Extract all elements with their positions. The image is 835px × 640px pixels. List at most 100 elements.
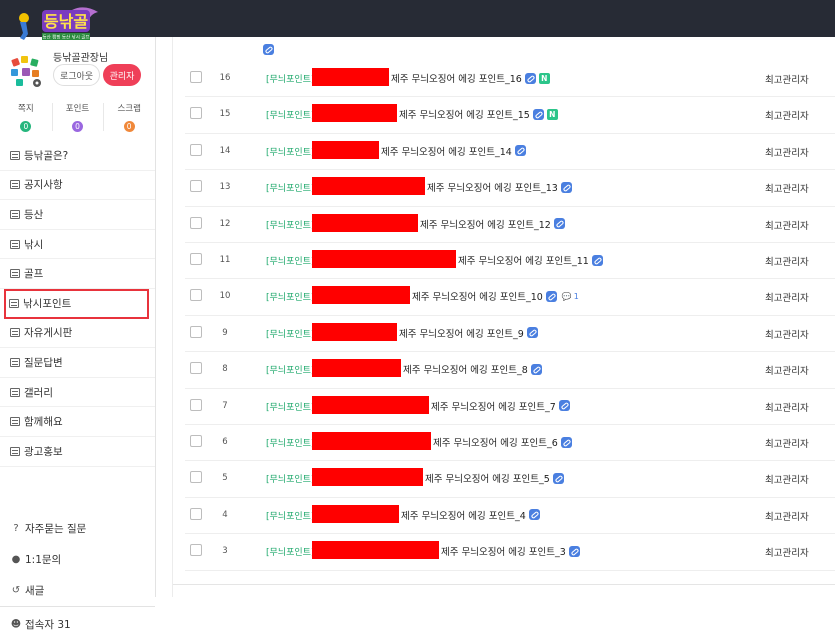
post-category[interactable]: [무늬포인트] [266, 218, 314, 231]
post-author[interactable]: 최고관리자 [765, 290, 809, 304]
post-title-text[interactable]: 제주 무늬오징어 에깅 포인트_7 [431, 399, 556, 413]
post-title[interactable]: 제주 무늬오징어 에깅 포인트_3 [441, 544, 580, 558]
row-checkbox[interactable] [190, 471, 202, 484]
table-row[interactable]: 11 [무늬포인트] 제주 무늬오징어 에깅 포인트_11 최고관리자 [185, 243, 835, 280]
post-title-text[interactable]: 제주 무늬오징어 에깅 포인트_9 [399, 326, 524, 340]
post-author[interactable]: 최고관리자 [765, 472, 809, 486]
post-title-text[interactable]: 제주 무늬오징어 에깅 포인트_12 [420, 217, 551, 231]
site-logo[interactable]: 등낚골 등산 캠핑 등산 낚시 골프 [12, 4, 108, 44]
row-checkbox[interactable] [190, 289, 202, 302]
post-title-text[interactable]: 제주 무늬오징어 에깅 포인트_15 [399, 107, 530, 121]
post-title-text[interactable]: 제주 무늬오징어 에깅 포인트_11 [458, 253, 589, 267]
logout-button[interactable]: 로그아웃 [53, 64, 100, 86]
post-title[interactable]: 제주 무늬오징어 에깅 포인트_6 [433, 435, 572, 449]
new-posts-link[interactable]: ↺ 새글 [0, 575, 155, 606]
inquiry-link[interactable]: ● 1:1문의 [0, 544, 155, 575]
post-author[interactable]: 최고관리자 [765, 363, 809, 377]
row-checkbox[interactable] [190, 435, 202, 447]
row-checkbox[interactable] [190, 107, 202, 120]
table-row[interactable]: 16 [무늬포인트] 제주 무늬오징어 에깅 포인트_16 N 최고관리자 [185, 61, 835, 98]
post-category[interactable]: [무늬포인트] [266, 363, 314, 376]
row-checkbox[interactable] [190, 180, 202, 193]
post-title-text[interactable]: 제주 무늬오징어 에깅 포인트_8 [403, 362, 528, 376]
post-title[interactable]: 제주 무늬오징어 에깅 포인트_9 [399, 326, 538, 340]
menu-item-fishing-point[interactable]: 낚시포인트 [4, 288, 149, 319]
stat-point[interactable]: 포인트 0 [51, 99, 104, 133]
menu-item-free-board[interactable]: 자유게시판 [0, 319, 155, 349]
table-row[interactable]: 15 [무늬포인트] 제주 무늬오징어 에깅 포인트_15 N 최고관리자 [185, 97, 835, 134]
row-checkbox[interactable] [190, 398, 202, 411]
table-row[interactable]: 8 [무늬포인트] 제주 무늬오징어 에깅 포인트_8 최고관리자 [185, 352, 835, 389]
menu-item-together[interactable]: 함께해요 [0, 407, 155, 437]
post-category[interactable]: [무늬포인트] [266, 327, 314, 340]
row-checkbox[interactable] [190, 143, 202, 156]
menu-item-hiking[interactable]: 등산 [0, 200, 155, 230]
row-checkbox[interactable] [190, 253, 202, 265]
table-row[interactable]: 5 [무늬포인트] 제주 무늬오징어 에깅 포인트_5 최고관리자 [185, 461, 835, 498]
post-title[interactable]: 제주 무늬오징어 에깅 포인트_4 [401, 508, 540, 522]
post-author[interactable]: 최고관리자 [765, 400, 809, 414]
post-author[interactable]: 최고관리자 [765, 108, 809, 122]
menu-item-ads[interactable]: 광고홍보 [0, 437, 155, 467]
row-checkbox[interactable] [190, 362, 202, 375]
post-title[interactable]: 제주 무늬오징어 에깅 포인트_12 [420, 217, 565, 231]
menu-item-notice[interactable]: 공지사항 [0, 171, 155, 201]
post-category[interactable]: [무늬포인트] [266, 72, 314, 85]
post-title-text[interactable]: 제주 무늬오징어 에깅 포인트_4 [401, 508, 526, 522]
post-author[interactable]: 최고관리자 [765, 545, 809, 559]
table-row[interactable]: 4 [무늬포인트] 제주 무늬오징어 에깅 포인트_4 최고관리자 [185, 498, 835, 535]
row-checkbox[interactable] [190, 507, 202, 520]
post-title[interactable]: 제주 무늬오징어 에깅 포인트_13 [427, 180, 572, 194]
table-row[interactable]: 6 [무늬포인트] 제주 무늬오징어 에깅 포인트_6 최고관리자 [185, 425, 835, 462]
post-title-text[interactable]: 제주 무늬오징어 에깅 포인트_6 [433, 435, 558, 449]
row-checkbox[interactable] [190, 216, 202, 229]
post-title[interactable]: 제주 무늬오징어 에깅 포인트_7 [431, 399, 570, 413]
post-category[interactable]: [무늬포인트] [266, 545, 314, 558]
link-icon[interactable] [263, 44, 274, 55]
table-row[interactable]: 9 [무늬포인트] 제주 무늬오징어 에깅 포인트_9 최고관리자 [185, 316, 835, 353]
post-author[interactable]: 최고관리자 [765, 436, 809, 450]
post-title-text[interactable]: 제주 무늬오징어 에깅 포인트_13 [427, 180, 558, 194]
post-title-text[interactable]: 제주 무늬오징어 에깅 포인트_10 [412, 289, 543, 303]
visitors-link[interactable]: ☻ 접속자 31 [0, 609, 155, 640]
post-title-text[interactable]: 제주 무늬오징어 에깅 포인트_16 [391, 71, 522, 85]
stat-scrap[interactable]: 스크랩 0 [103, 99, 155, 133]
post-author[interactable]: 최고관리자 [765, 509, 809, 523]
post-category[interactable]: [무늬포인트] [266, 509, 314, 522]
post-category[interactable]: [무늬포인트] [266, 472, 314, 485]
post-author[interactable]: 최고관리자 [765, 218, 809, 232]
post-category[interactable]: [무늬포인트] [266, 400, 314, 413]
stat-memo[interactable]: 쪽지 0 [0, 99, 52, 133]
post-title-text[interactable]: 제주 무늬오징어 에깅 포인트_14 [381, 144, 512, 158]
menu-item-golf[interactable]: 골프 [0, 259, 155, 289]
post-category[interactable]: [무늬포인트] [266, 108, 314, 121]
post-title[interactable]: 제주 무늬오징어 에깅 포인트_11 [458, 253, 603, 267]
post-author[interactable]: 최고관리자 [765, 254, 809, 268]
post-category[interactable]: [무늬포인트] [266, 254, 314, 267]
admin-button[interactable]: 관리자 [103, 64, 141, 86]
post-title[interactable]: 제주 무늬오징어 에깅 포인트_8 [403, 362, 542, 376]
post-title[interactable]: 제주 무늬오징어 에깅 포인트_16 N [391, 71, 550, 85]
menu-item-gallery[interactable]: 갤러리 [0, 378, 155, 408]
row-checkbox[interactable] [190, 71, 202, 83]
faq-link[interactable]: ? 자주묻는 질문 [0, 513, 155, 544]
row-checkbox[interactable] [190, 544, 202, 557]
row-checkbox[interactable] [190, 325, 202, 338]
post-title[interactable]: 제주 무늬오징어 에깅 포인트_15 N [399, 107, 558, 121]
post-title-text[interactable]: 제주 무늬오징어 에깅 포인트_3 [441, 544, 566, 558]
table-row[interactable]: 3 [무늬포인트] 제주 무늬오징어 에깅 포인트_3 최고관리자 [185, 534, 835, 571]
post-category[interactable]: [무늬포인트] [266, 181, 314, 194]
table-row[interactable]: 10 [무늬포인트] 제주 무늬오징어 에깅 포인트_10 💬 1 최고관리자 [185, 279, 835, 316]
post-title[interactable]: 제주 무늬오징어 에깅 포인트_5 [425, 471, 564, 485]
post-author[interactable]: 최고관리자 [765, 181, 809, 195]
menu-item-fishing[interactable]: 낚시 [0, 230, 155, 260]
post-author[interactable]: 최고관리자 [765, 327, 809, 341]
post-title[interactable]: 제주 무늬오징어 에깅 포인트_10 💬 1 [412, 289, 579, 303]
table-row[interactable]: 14 [무늬포인트] 제주 무늬오징어 에깅 포인트_14 최고관리자 [185, 134, 835, 171]
table-row[interactable]: 7 [무늬포인트] 제주 무늬오징어 에깅 포인트_7 최고관리자 [185, 389, 835, 425]
menu-item-qna[interactable]: 질문답변 [0, 348, 155, 378]
post-category[interactable]: [무늬포인트] [266, 436, 314, 449]
post-title[interactable]: 제주 무늬오징어 에깅 포인트_14 [381, 144, 526, 158]
post-author[interactable]: 최고관리자 [765, 72, 809, 86]
post-category[interactable]: [무늬포인트] [266, 145, 314, 158]
